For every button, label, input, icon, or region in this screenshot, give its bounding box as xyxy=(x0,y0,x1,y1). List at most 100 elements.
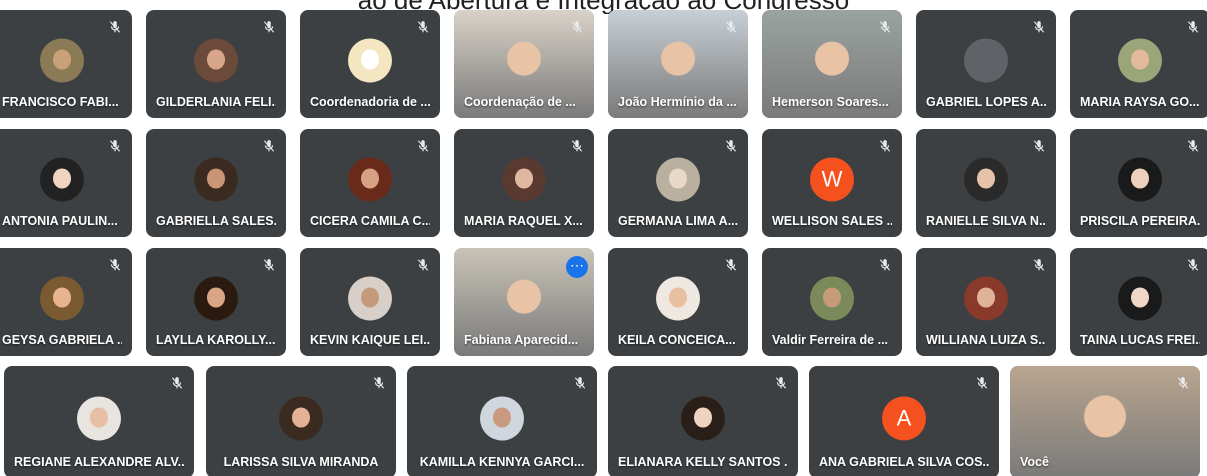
participant-tile[interactable]: WILLIANA LUIZA S... xyxy=(916,248,1056,356)
mic-off-icon xyxy=(262,258,276,272)
mic-off-icon xyxy=(170,376,184,390)
mic-off-icon xyxy=(878,258,892,272)
mic-off-icon xyxy=(416,258,430,272)
avatar xyxy=(40,157,84,202)
avatar xyxy=(194,38,238,83)
mic-off-icon xyxy=(724,258,738,272)
participant-tile[interactable]: Hemerson Soares... xyxy=(762,10,902,118)
participant-name: PRISCILA PEREIRA... xyxy=(1080,214,1200,228)
participant-tile[interactable]: PRISCILA PEREIRA... xyxy=(1070,129,1207,237)
participant-name: TAINA LUCAS FREI... xyxy=(1080,333,1200,347)
participant-name: FRANCISCO FABI... xyxy=(2,95,119,109)
participant-tile[interactable]: GABRIELLA SALES... xyxy=(146,129,286,237)
participant-name: MARIA RAYSA GO... xyxy=(1080,95,1200,109)
participant-tile[interactable]: Coordenadoria de ... xyxy=(300,10,440,118)
mic-off-icon xyxy=(416,139,430,153)
participant-tile[interactable]: Valdir Ferreira de ... xyxy=(762,248,902,356)
avatar xyxy=(810,276,854,321)
participant-name: LAYLLA KAROLLY... xyxy=(156,333,276,347)
mic-off-icon xyxy=(878,139,892,153)
participant-tile[interactable]: MARIA RAQUEL X... xyxy=(454,129,594,237)
avatar xyxy=(348,276,392,321)
mic-off-icon xyxy=(108,20,122,34)
participant-tile[interactable]: KAMILLA KENNYA GARCI... xyxy=(407,366,597,476)
avatar xyxy=(964,276,1008,321)
mic-off-icon xyxy=(570,20,584,34)
participant-name: GABRIELLA SALES... xyxy=(156,214,276,228)
participant-tile[interactable]: KEILA CONCEICA... xyxy=(608,248,748,356)
participant-tile[interactable]: GERMANA LIMA A... xyxy=(608,129,748,237)
participant-tile[interactable]: Coordenação de ... xyxy=(454,10,594,118)
participant-name: ANA GABRIELA SILVA COS... xyxy=(819,455,989,469)
participant-name: MARIA RAQUEL X... xyxy=(464,214,583,228)
participant-tile[interactable]: GABRIEL LOPES A... xyxy=(916,10,1056,118)
participant-tile[interactable]: Você xyxy=(1010,366,1200,476)
participant-tile[interactable]: LARISSA SILVA MIRANDA xyxy=(206,366,396,476)
participant-name: KAMILLA KENNYA GARCI... xyxy=(419,455,585,469)
participant-name: Coordenação de ... xyxy=(464,95,576,109)
mic-off-icon xyxy=(878,20,892,34)
avatar xyxy=(40,38,84,83)
participant-tile[interactable]: CICERA CAMILA C... xyxy=(300,129,440,237)
participant-tile[interactable]: TAINA LUCAS FREI... xyxy=(1070,248,1207,356)
participant-name: GABRIEL LOPES A... xyxy=(926,95,1046,109)
mic-off-icon xyxy=(108,139,122,153)
avatar xyxy=(348,157,392,202)
participant-name: LARISSA SILVA MIRANDA xyxy=(223,455,379,469)
avatar xyxy=(681,396,725,441)
mic-off-icon xyxy=(1186,139,1200,153)
avatar xyxy=(279,396,323,441)
avatar xyxy=(77,396,121,441)
participant-tile[interactable]: GILDERLANIA FELI... xyxy=(146,10,286,118)
more-options-button[interactable]: ⋯ xyxy=(566,256,588,278)
avatar xyxy=(656,276,700,321)
avatar xyxy=(1118,157,1162,202)
mic-off-icon xyxy=(108,258,122,272)
participant-tile[interactable]: João Hermínio da ... xyxy=(608,10,748,118)
participant-name: GERMANA LIMA A... xyxy=(618,214,738,228)
participant-tile[interactable]: GEYSA GABRIELA ... xyxy=(0,248,132,356)
participant-name: RANIELLE SILVA N... xyxy=(926,214,1046,228)
participant-name: ELIANARA KELLY SANTOS ... xyxy=(618,455,788,469)
avatar xyxy=(502,157,546,202)
participant-grid: FRANCISCO FABI... GILDERLANIA FELI... Coor… xyxy=(0,8,1207,476)
participant-tile[interactable]: A ANA GABRIELA SILVA COS... xyxy=(809,366,999,476)
participant-initial-avatar: W xyxy=(810,157,854,202)
participant-initial-avatar: A xyxy=(882,396,926,441)
participant-tile[interactable]: ⋯ Fabiana Aparecid... xyxy=(454,248,594,356)
avatar xyxy=(348,38,392,83)
participant-tile[interactable]: LAYLLA KAROLLY... xyxy=(146,248,286,356)
participant-name: Hemerson Soares... xyxy=(772,95,889,109)
participant-tile[interactable]: FRANCISCO FABI... xyxy=(0,10,132,118)
avatar xyxy=(194,276,238,321)
participant-name: CICERA CAMILA C... xyxy=(310,214,430,228)
avatar xyxy=(1118,38,1162,83)
participant-tile[interactable]: KEVIN KAIQUE LEI... xyxy=(300,248,440,356)
participant-name: Você xyxy=(1020,455,1049,469)
participant-tile[interactable]: ANTONIA PAULIN... xyxy=(0,129,132,237)
mic-off-icon xyxy=(416,20,430,34)
mic-off-icon xyxy=(724,20,738,34)
avatar xyxy=(1118,276,1162,321)
avatar xyxy=(964,38,1008,83)
participant-tile[interactable]: ELIANARA KELLY SANTOS ... xyxy=(608,366,798,476)
avatar xyxy=(480,396,524,441)
participant-name: KEILA CONCEICA... xyxy=(618,333,736,347)
participant-tile[interactable]: MARIA RAYSA GO... xyxy=(1070,10,1207,118)
participant-name: KEVIN KAIQUE LEI... xyxy=(310,333,430,347)
participant-tile[interactable]: REGIANE ALEXANDRE ALV... xyxy=(4,366,194,476)
avatar xyxy=(194,157,238,202)
mic-off-icon xyxy=(975,376,989,390)
avatar xyxy=(964,157,1008,202)
avatar xyxy=(40,276,84,321)
participant-name: REGIANE ALEXANDRE ALV... xyxy=(14,455,184,469)
mic-off-icon xyxy=(774,376,788,390)
avatar xyxy=(656,157,700,202)
participant-tile[interactable]: W WELLISON SALES ... xyxy=(762,129,902,237)
participant-name: GEYSA GABRIELA ... xyxy=(2,333,122,347)
participant-name: GILDERLANIA FELI... xyxy=(156,95,276,109)
participant-name: WELLISON SALES ... xyxy=(772,214,892,228)
mic-off-icon xyxy=(1186,20,1200,34)
participant-tile[interactable]: RANIELLE SILVA N... xyxy=(916,129,1056,237)
participant-name: João Hermínio da ... xyxy=(618,95,737,109)
